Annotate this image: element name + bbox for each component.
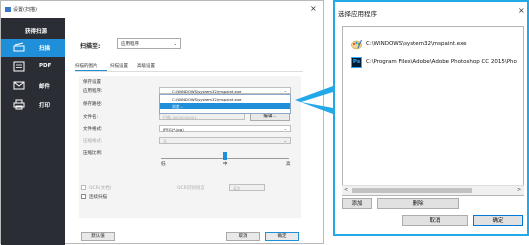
paint-icon: [351, 39, 362, 50]
section-title: 保存设置: [83, 80, 101, 85]
app-dropdown-list: C:\WINDOWS\system32\mspaint.exe 浏览...: [159, 94, 291, 114]
tab-advanced-settings[interactable]: 高级设置: [137, 63, 155, 69]
close-icon[interactable]: ×: [518, 6, 525, 15]
printer-icon: [13, 99, 25, 110]
window-title: 设置(扫描): [13, 7, 37, 13]
app-list-item[interactable]: C:\WINDOWS\system32\mspaint.exe: [349, 39, 523, 51]
sidebar-item-label: 扫描: [39, 46, 51, 52]
delete-button[interactable]: 删除: [377, 198, 459, 209]
tabs-divider: [75, 71, 303, 72]
app-label: 应用程序:: [83, 89, 103, 94]
sidebar-item-label: 邮件: [39, 84, 51, 90]
app-icon: [5, 7, 11, 12]
scan-target-select[interactable]: 应用程序 ⌄: [117, 38, 181, 49]
ok-button[interactable]: 确定: [265, 232, 299, 241]
horizontal-scrollbar[interactable]: < >: [342, 185, 524, 195]
photoshop-icon: Ps: [351, 57, 362, 68]
sidebar: 获得扫源 扫描 PDF 邮件 打印: [1, 18, 65, 245]
scanner-icon: [13, 42, 25, 52]
tab-scanned-images[interactable]: 扫描的图片: [75, 63, 98, 69]
close-icon[interactable]: ×: [310, 4, 317, 13]
save-location-label: 保存路径:: [83, 102, 103, 107]
dropdown-option-browse[interactable]: 浏览...: [160, 103, 290, 109]
chevron-down-icon: ⌄: [283, 88, 287, 93]
continuous-scan-label: 连续扫描: [89, 195, 107, 200]
scan-target-value: 应用程序: [121, 42, 139, 47]
dialog-title: 选择应用程序: [338, 10, 377, 18]
file-format-select[interactable]: JPEG(*.jpg) ⌄: [159, 125, 291, 132]
quality-low-label: 低: [161, 162, 166, 167]
sidebar-item-label: PDF: [39, 63, 52, 69]
scroll-right-arrow[interactable]: >: [517, 187, 521, 193]
scrollbar-thumb[interactable]: [352, 188, 472, 193]
default-button[interactable]: 默认值: [81, 232, 115, 241]
title-bar: 设置(扫描) ×: [1, 1, 323, 18]
sidebar-item-label: 打印: [39, 103, 51, 109]
chevron-down-icon: ⌄: [283, 126, 287, 131]
ocr-label: OCR(文档): [89, 186, 112, 191]
quality-slider-thumb[interactable]: [223, 152, 227, 160]
scan-to-label: 扫描至:: [80, 43, 101, 50]
app-select[interactable]: C:\WINDOWS\system32\mspaint.exe ⌄: [159, 87, 291, 94]
sidebar-item-scan[interactable]: 扫描: [1, 39, 65, 57]
app-path: C:\WINDOWS\system32\mspaint.exe: [366, 41, 467, 47]
ocr-checkbox[interactable]: [81, 185, 86, 190]
quality-high-label: 高: [286, 162, 291, 167]
file-name-field[interactable]: 扫描_0000000001: [159, 113, 245, 120]
file-format-label: 文件格式:: [83, 127, 103, 132]
file-name-label: 文件名:: [83, 115, 99, 120]
compression-select: 无 ⌄: [159, 137, 291, 144]
continuous-scan-checkbox[interactable]: [81, 194, 86, 199]
sidebar-item-print[interactable]: 打印: [1, 96, 65, 114]
app-list[interactable]: C:\WINDOWS\system32\mspaint.exe Ps C:\Pr…: [342, 26, 524, 196]
cancel-button[interactable]: 取消: [402, 215, 468, 226]
tab-scan-settings[interactable]: 扫描设置: [110, 63, 128, 69]
compression-label: 压缩格式:: [83, 139, 103, 144]
compression-value: 无: [163, 139, 167, 144]
pdf-icon: [13, 61, 25, 72]
add-button[interactable]: 添加: [342, 198, 372, 209]
cancel-button[interactable]: 取消: [226, 232, 260, 241]
settings-window: 设置(扫描) × 获得扫源 扫描 PDF 邮件 打印 扫描至: 应用程序 ⌄ 扫…: [0, 0, 324, 245]
file-name-value: 扫描_0000000001: [163, 115, 197, 120]
choose-app-dialog: 选择应用程序 × C:\WINDOWS\system32\mspaint.exe…: [333, 0, 529, 236]
sidebar-item-pdf[interactable]: PDF: [1, 58, 65, 76]
ocr-language-value: 英文: [233, 186, 241, 191]
file-format-value: JPEG(*.jpg): [163, 127, 184, 132]
scroll-left-arrow[interactable]: <: [344, 187, 348, 193]
chevron-down-icon: ⌄: [283, 138, 287, 143]
ocr-language-label: OCR识别语言: [177, 186, 205, 191]
sidebar-header: 获得扫源: [25, 29, 48, 35]
dropdown-option[interactable]: C:\WINDOWS\system32\mspaint.exe: [160, 96, 290, 102]
app-path: C:\Program Files\Adobe\Adobe Photoshop C…: [366, 59, 517, 65]
app-list-item[interactable]: Ps C:\Program Files\Adobe\Adobe Photosho…: [349, 57, 523, 69]
quality-label: 压缩比例:: [83, 151, 103, 156]
callout-arrow: [295, 86, 333, 114]
quality-mid-label: 中: [223, 162, 228, 167]
sidebar-item-mail[interactable]: 邮件: [1, 77, 65, 95]
ocr-language-select: 英文: [229, 184, 265, 191]
confirm-button[interactable]: 确定: [473, 215, 523, 226]
chevron-down-icon: ⌄: [173, 41, 177, 46]
mail-icon: [13, 81, 25, 90]
active-tab-indicator: [75, 70, 107, 71]
